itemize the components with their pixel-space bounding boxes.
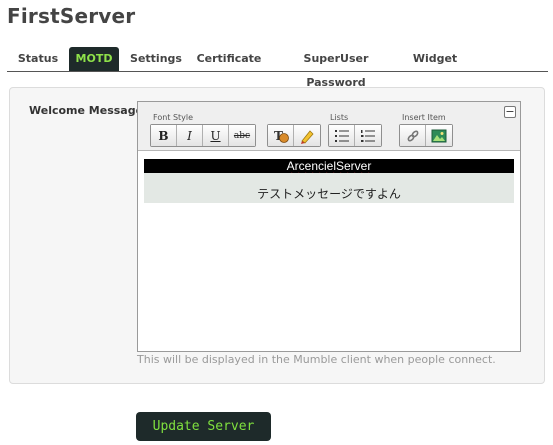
tab-widget[interactable]: Widget <box>407 47 463 71</box>
bold-button[interactable]: B <box>151 125 177 146</box>
tab-certificate[interactable]: Certificate <box>195 47 263 71</box>
collapse-toolbar-button[interactable]: − <box>504 106 516 118</box>
link-icon <box>407 130 418 141</box>
highlighter-icon <box>301 129 314 144</box>
italic-button[interactable]: I <box>177 125 203 146</box>
motd-panel: Welcome Message Font Style Lists Insert … <box>9 87 545 384</box>
message-line-title: ArcencielServer <box>144 159 514 173</box>
font-style-group-label: Font Style <box>153 113 194 122</box>
rich-text-editor: Font Style Lists Insert Item B I U abc T <box>137 101 521 352</box>
font-color-button[interactable]: T <box>268 125 294 146</box>
tab-status[interactable]: Status <box>11 47 65 71</box>
lists-group-label: Lists <box>330 113 349 122</box>
numbered-list-button[interactable] <box>355 125 381 146</box>
numbered-list-icon <box>361 129 375 142</box>
welcome-message-label: Welcome Message <box>29 104 144 117</box>
message-line-body: テストメッセージですよん <box>144 173 514 203</box>
insert-item-group-label: Insert Item <box>402 113 446 122</box>
update-server-button[interactable]: Update Server <box>136 412 271 441</box>
underline-button[interactable]: U <box>203 125 229 146</box>
list-buttons <box>328 124 382 147</box>
bullet-list-icon <box>334 129 349 142</box>
color-buttons: T <box>267 124 321 147</box>
tab-settings[interactable]: Settings <box>127 47 185 71</box>
image-icon <box>431 129 447 142</box>
highlight-button[interactable] <box>294 125 320 146</box>
tab-bar: Status MOTD Settings Certificate SuperUs… <box>7 47 548 89</box>
font-color-icon: T <box>274 129 289 143</box>
strikethrough-button[interactable]: abc <box>229 125 255 146</box>
font-style-buttons: B I U abc <box>150 124 256 147</box>
tab-superuser-password[interactable]: SuperUser Password <box>275 47 397 89</box>
editor-toolbar: Font Style Lists Insert Item B I U abc T <box>138 102 520 151</box>
insert-buttons <box>399 124 453 147</box>
tab-motd[interactable]: MOTD <box>69 47 119 71</box>
editor-content-area[interactable]: ArcencielServer テストメッセージですよん <box>138 152 520 351</box>
bullet-list-button[interactable] <box>329 125 355 146</box>
insert-image-button[interactable] <box>426 125 452 146</box>
page-title: FirstServer <box>7 4 136 28</box>
help-text: This will be displayed in the Mumble cli… <box>137 353 496 366</box>
insert-link-button[interactable] <box>400 125 426 146</box>
